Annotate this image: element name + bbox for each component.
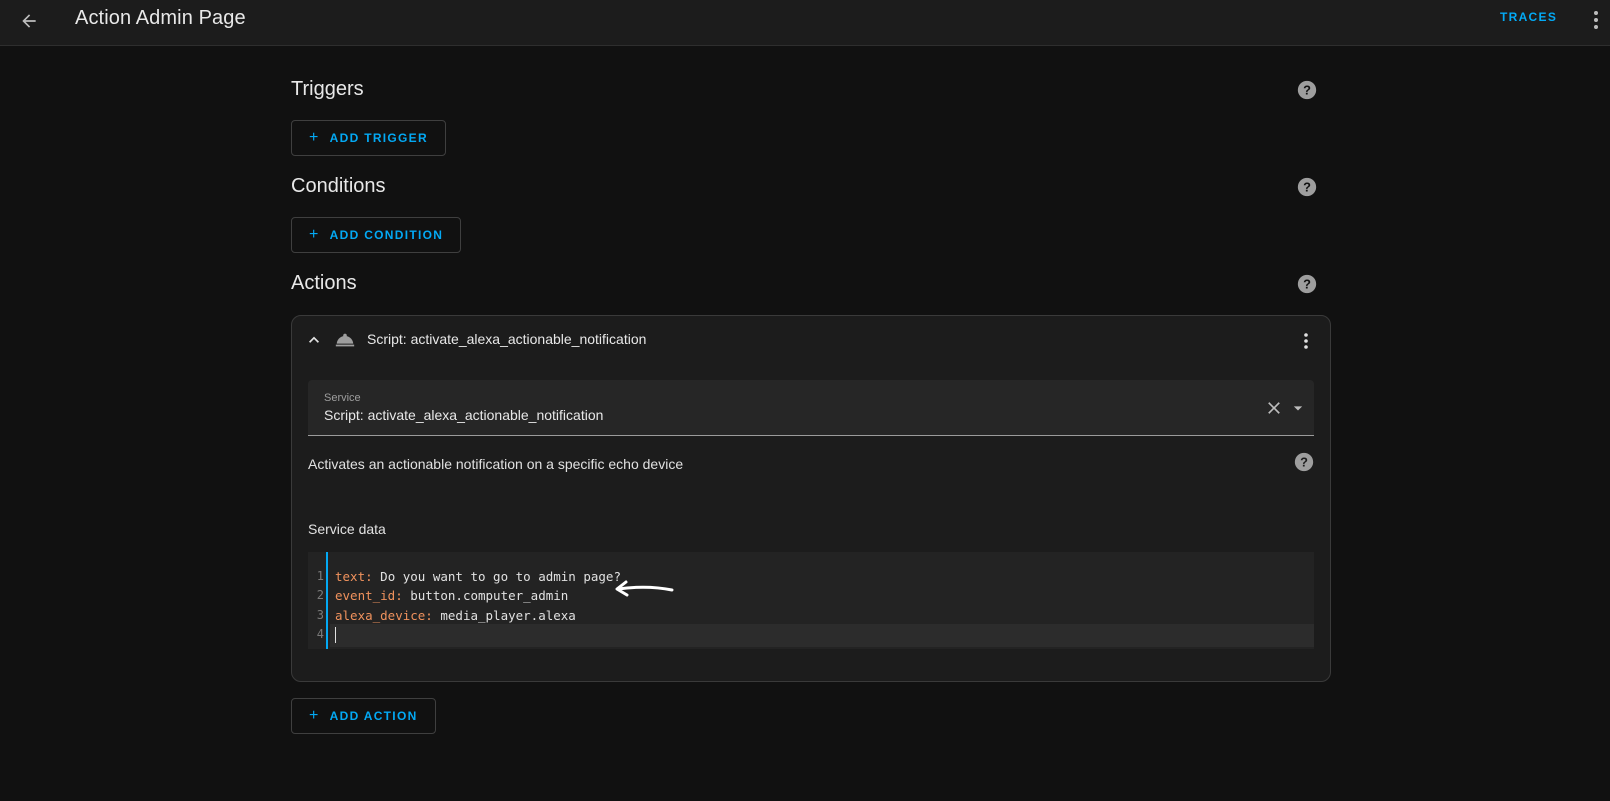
yaml-value: Do you want to go to admin page? xyxy=(372,569,621,584)
conditions-section-title: Conditions xyxy=(291,175,386,197)
add-action-button[interactable]: + ADD ACTION xyxy=(291,698,436,734)
plus-icon: + xyxy=(309,226,320,243)
traces-button[interactable]: TRACES xyxy=(1500,10,1557,24)
triggers-section-title: Triggers xyxy=(291,78,364,100)
arrow-left-icon xyxy=(22,14,36,28)
hand-drawn-arrow-icon xyxy=(615,580,674,597)
plus-icon: + xyxy=(309,129,320,146)
line-number: 4 xyxy=(316,627,324,641)
text-cursor xyxy=(335,627,336,643)
editor-gutter: 1 2 3 4 xyxy=(308,552,328,649)
line-number: 1 xyxy=(316,569,324,583)
add-condition-label: ADD CONDITION xyxy=(329,228,444,242)
menu-down-icon[interactable] xyxy=(1288,398,1308,418)
dots-vertical-icon xyxy=(1594,11,1598,29)
yaml-value: media_player.alexa xyxy=(432,608,576,623)
action-card: Script: activate_alexa_actionable_notifi… xyxy=(291,315,1331,682)
code-line: text: Do you want to go to admin page? xyxy=(335,569,621,584)
svg-text:?: ? xyxy=(1303,277,1311,292)
help-circle-icon[interactable]: ? xyxy=(1296,273,1318,295)
line-number: 2 xyxy=(316,588,324,602)
svg-text:?: ? xyxy=(1300,455,1308,470)
service-data-label: Service data xyxy=(308,521,386,537)
plus-icon: + xyxy=(309,707,320,724)
add-condition-button[interactable]: + ADD CONDITION xyxy=(291,217,462,253)
chevron-up-icon[interactable] xyxy=(304,330,324,350)
help-circle-icon[interactable]: ? xyxy=(1296,176,1318,198)
yaml-value: button.computer_admin xyxy=(402,588,569,603)
service-field-label: Service xyxy=(324,392,361,404)
close-icon[interactable] xyxy=(1264,398,1284,418)
add-trigger-label: ADD TRIGGER xyxy=(329,131,428,145)
back-button[interactable] xyxy=(14,6,44,36)
yaml-key: alexa_device: xyxy=(335,608,433,623)
overflow-menu-button[interactable] xyxy=(1584,6,1608,34)
page-title: Action Admin Page xyxy=(75,7,246,29)
top-app-bar: Action Admin Page TRACES xyxy=(0,0,1610,46)
service-field-value: Script: activate_alexa_actionable_notifi… xyxy=(324,407,604,423)
actions-section-title: Actions xyxy=(291,272,357,294)
help-circle-icon[interactable]: ? xyxy=(1296,79,1318,101)
svg-text:?: ? xyxy=(1303,180,1311,195)
svg-text:?: ? xyxy=(1303,83,1311,98)
add-action-label: ADD ACTION xyxy=(329,709,418,723)
room-service-bell-icon xyxy=(335,333,355,347)
code-line: alexa_device: media_player.alexa xyxy=(335,608,576,623)
action-card-header[interactable]: Script: activate_alexa_actionable_notifi… xyxy=(292,316,1330,364)
active-line-highlight xyxy=(330,624,1314,647)
help-circle-icon[interactable]: ? xyxy=(1293,451,1315,473)
action-card-title: Script: activate_alexa_actionable_notifi… xyxy=(367,331,647,347)
code-line: event_id: button.computer_admin xyxy=(335,588,568,603)
yaml-key: event_id: xyxy=(335,588,403,603)
service-description: Activates an actionable notification on … xyxy=(308,456,684,472)
line-number: 3 xyxy=(316,608,324,622)
dots-vertical-icon xyxy=(1304,333,1308,349)
action-overflow-menu-button[interactable] xyxy=(1294,328,1318,354)
yaml-code-editor[interactable]: 1 2 3 4 text: Do you want to go to admin… xyxy=(308,552,1314,649)
add-trigger-button[interactable]: + ADD TRIGGER xyxy=(291,120,446,156)
service-select[interactable]: Service Script: activate_alexa_actionabl… xyxy=(308,380,1314,436)
yaml-key: text: xyxy=(335,569,373,584)
